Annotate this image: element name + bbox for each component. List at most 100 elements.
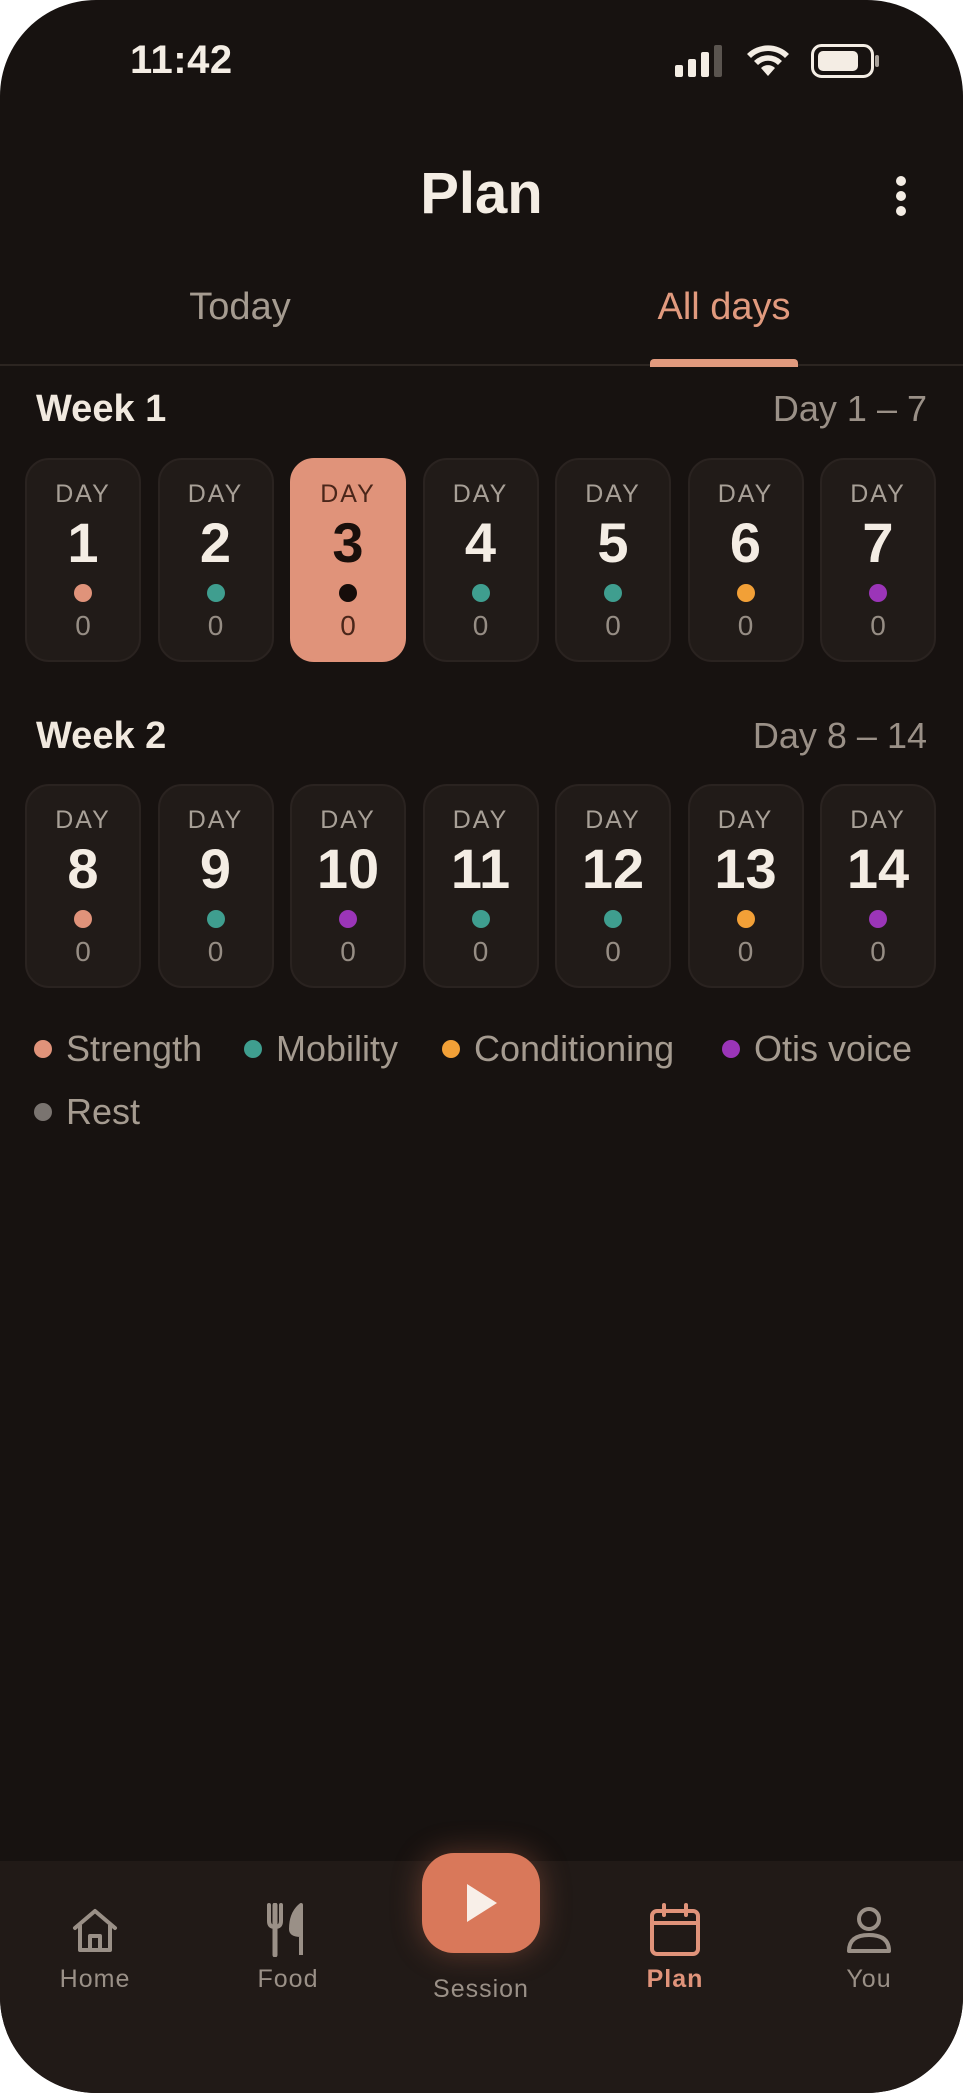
legend-label: Rest (66, 1091, 141, 1132)
day-number: 5 (597, 511, 629, 574)
signal-icon (675, 45, 722, 77)
day-count: 0 (207, 610, 224, 641)
day-count: 0 (472, 610, 489, 641)
day-number: 13 (714, 837, 777, 900)
day-number: 7 (862, 511, 894, 574)
day-type-dot (206, 910, 225, 928)
nav-food-label: Food (257, 1965, 319, 1993)
day-card-14[interactable]: DAY 14 0 (820, 784, 936, 988)
legend-dot (34, 1103, 52, 1121)
week-range: Day 8 – 14 (752, 715, 927, 756)
nav-session-label: Session (433, 1975, 529, 2003)
legend-item-rest: Rest (34, 1091, 140, 1133)
day-type-dot (604, 584, 622, 602)
day-number: 1 (67, 511, 99, 574)
day-type-dot (74, 584, 92, 602)
day-card-11[interactable]: DAY 11 0 (422, 784, 539, 988)
day-label: DAY (55, 480, 111, 508)
wifi-icon (747, 45, 789, 76)
page-title: Plan (420, 161, 543, 226)
legend-dot (442, 1040, 460, 1058)
day-count: 0 (737, 936, 754, 967)
day-type-dot (869, 584, 887, 602)
day-card-4[interactable]: DAY 4 0 (422, 458, 539, 662)
calendar-icon (650, 1903, 700, 1956)
week-1-header: Week 1 Day 1 – 7 (36, 388, 927, 438)
day-label: DAY (187, 806, 244, 834)
nav-food[interactable]: Food (213, 1899, 363, 1994)
day-label: DAY (187, 480, 244, 508)
bottom-navigation: Home Food Session Plan You (0, 1853, 963, 2093)
start-session-button[interactable] (422, 1853, 540, 1953)
day-label: DAY (320, 806, 376, 834)
more-vertical-icon (896, 176, 906, 216)
tab-today[interactable]: Today (90, 286, 390, 329)
day-card-9[interactable]: DAY 9 0 (157, 784, 274, 988)
battery-icon (811, 44, 879, 78)
tab-all-days[interactable]: All days (574, 286, 874, 329)
day-type-dot (736, 584, 755, 602)
play-icon (467, 1884, 497, 1922)
day-type-dot (339, 584, 357, 602)
day-label: DAY (585, 806, 641, 834)
legend-dot (244, 1040, 262, 1058)
day-count: 0 (472, 936, 489, 967)
day-label: DAY (850, 480, 906, 508)
nav-you-label: You (846, 1965, 892, 1993)
day-number: 9 (199, 837, 232, 900)
day-label: DAY (717, 480, 774, 508)
week-range: Day 1 – 7 (772, 388, 927, 429)
day-type-dot (206, 584, 225, 602)
day-label: DAY (585, 480, 641, 508)
day-card-2[interactable]: DAY 2 0 (157, 458, 274, 662)
day-card-5[interactable]: DAY 5 0 (555, 458, 671, 662)
home-icon (73, 1909, 117, 1952)
week-title: Week 2 (36, 715, 167, 757)
day-card-1[interactable]: DAY 1 0 (25, 458, 141, 662)
legend-item-strength: Strength (34, 1028, 202, 1070)
week-title: Week 1 (36, 388, 167, 430)
day-type-dot (604, 910, 622, 928)
legend-label: Mobility (276, 1028, 399, 1069)
legend-item-mobility: Mobility (244, 1028, 398, 1070)
day-card-10[interactable]: DAY 10 0 (290, 784, 406, 988)
day-count: 0 (207, 936, 224, 967)
day-number: 11 (450, 837, 511, 900)
legend-item-otis-voice: Otis voice (722, 1028, 912, 1070)
day-number: 4 (464, 511, 497, 574)
day-card-8[interactable]: DAY 8 0 (25, 784, 141, 988)
day-number: 3 (332, 511, 364, 574)
day-count: 0 (605, 936, 621, 967)
day-number: 8 (67, 837, 99, 900)
day-type-dot (869, 910, 887, 928)
day-label: DAY (452, 480, 509, 508)
nav-you[interactable]: You (794, 1899, 944, 1994)
day-card-7[interactable]: DAY 7 0 (820, 458, 936, 662)
day-number: 14 (846, 837, 910, 900)
nav-plan[interactable]: Plan (600, 1899, 750, 1994)
active-tab-indicator (650, 359, 798, 367)
day-count: 0 (75, 610, 91, 641)
day-label: DAY (320, 480, 376, 508)
nav-home[interactable]: Home (20, 1899, 170, 1994)
day-card-3[interactable]: DAY 3 0 (290, 458, 406, 662)
status-icons (675, 44, 881, 78)
day-type-dot (471, 910, 490, 928)
day-card-13[interactable]: DAY 13 0 (687, 784, 804, 988)
legend-label: Otis voice (754, 1028, 913, 1069)
nav-home-label: Home (59, 1965, 131, 1993)
phone-screen: 11:42 Plan Today All days Week 1 Day 1 –… (0, 0, 963, 2093)
day-type-dot (74, 910, 92, 928)
fork-knife-icon (267, 1903, 303, 1957)
more-options-button[interactable] (879, 168, 923, 224)
day-count: 0 (75, 936, 91, 967)
day-count: 0 (870, 936, 886, 967)
legend-item-conditioning: Conditioning (442, 1028, 674, 1070)
legend-dot (34, 1040, 52, 1058)
day-number: 10 (316, 837, 380, 900)
day-card-6[interactable]: DAY 6 0 (687, 458, 804, 662)
day-count: 0 (870, 610, 886, 641)
day-label: DAY (452, 806, 509, 834)
day-card-12[interactable]: DAY 12 0 (555, 784, 671, 988)
day-label: DAY (717, 806, 774, 834)
